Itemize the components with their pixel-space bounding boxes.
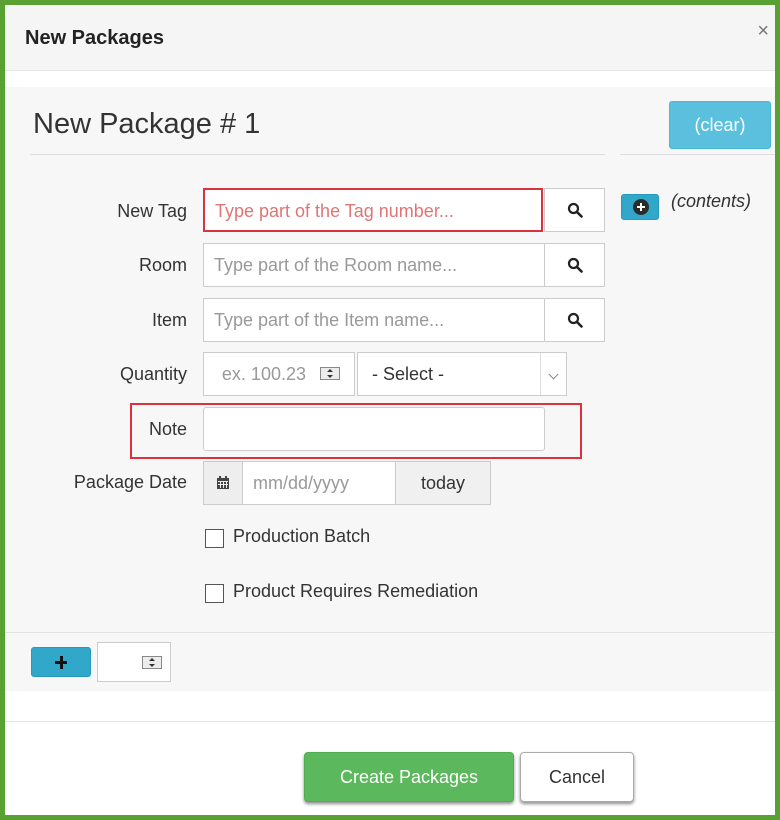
- quantity-unit-select[interactable]: - Select -: [357, 352, 567, 396]
- today-button[interactable]: today: [395, 461, 491, 505]
- count-spinner-icon[interactable]: [142, 656, 162, 669]
- item-input[interactable]: Type part of the Item name...: [203, 298, 545, 342]
- contents-label: (contents): [671, 191, 752, 211]
- room-label: Room: [138, 255, 187, 275]
- package-count-stepper[interactable]: [97, 642, 171, 682]
- new-tag-search-button[interactable]: [544, 188, 605, 232]
- new-tag-input[interactable]: Type part of the Tag number...: [203, 188, 543, 232]
- package-date-label: Package Date: [73, 472, 187, 492]
- chevron-down-icon: [540, 353, 566, 395]
- room-input[interactable]: Type part of the Room name...: [203, 243, 545, 287]
- item-search-button[interactable]: [544, 298, 605, 342]
- footer-divider: [5, 721, 775, 722]
- quantity-placeholder: ex. 100.23: [221, 364, 306, 384]
- calendar-icon: [217, 476, 229, 489]
- search-icon: [567, 202, 583, 218]
- modal-body-spacer: [5, 71, 775, 87]
- cancel-button[interactable]: Cancel: [520, 752, 634, 802]
- requires-remediation-label: Product Requires Remediation: [233, 581, 479, 601]
- production-batch-label: Production Batch: [233, 526, 371, 546]
- note-input[interactable]: [203, 407, 545, 451]
- add-package-button[interactable]: [31, 647, 91, 677]
- modal-title: New Packages: [25, 27, 164, 49]
- divider: [30, 154, 605, 155]
- clear-button[interactable]: (clear): [669, 101, 771, 149]
- search-icon: [567, 312, 583, 328]
- calendar-button[interactable]: [203, 461, 243, 505]
- item-label: Item: [151, 310, 187, 330]
- note-label: Note: [148, 419, 187, 439]
- add-contents-button[interactable]: [621, 194, 659, 220]
- quantity-label: Quantity: [119, 364, 187, 384]
- package-panel: New Package # 1 (clear) (contents) New T…: [5, 87, 775, 691]
- unit-select-value: - Select -: [372, 364, 445, 384]
- quantity-spinner-icon[interactable]: [320, 367, 340, 380]
- package-date-input[interactable]: mm/dd/yyyy: [242, 461, 396, 505]
- modal-header: New Packages ×: [5, 5, 775, 71]
- divider: [5, 632, 775, 633]
- production-batch-checkbox[interactable]: [205, 529, 224, 548]
- create-packages-button[interactable]: Create Packages: [304, 752, 514, 802]
- new-tag-label: New Tag: [117, 201, 187, 221]
- quantity-input[interactable]: ex. 100.23: [203, 352, 355, 396]
- plus-circle-icon: [633, 199, 649, 215]
- close-icon[interactable]: ×: [757, 21, 769, 41]
- divider: [620, 154, 775, 155]
- package-title: New Package # 1: [33, 108, 261, 140]
- search-icon: [567, 257, 583, 273]
- room-search-button[interactable]: [544, 243, 605, 287]
- requires-remediation-checkbox[interactable]: [205, 584, 224, 603]
